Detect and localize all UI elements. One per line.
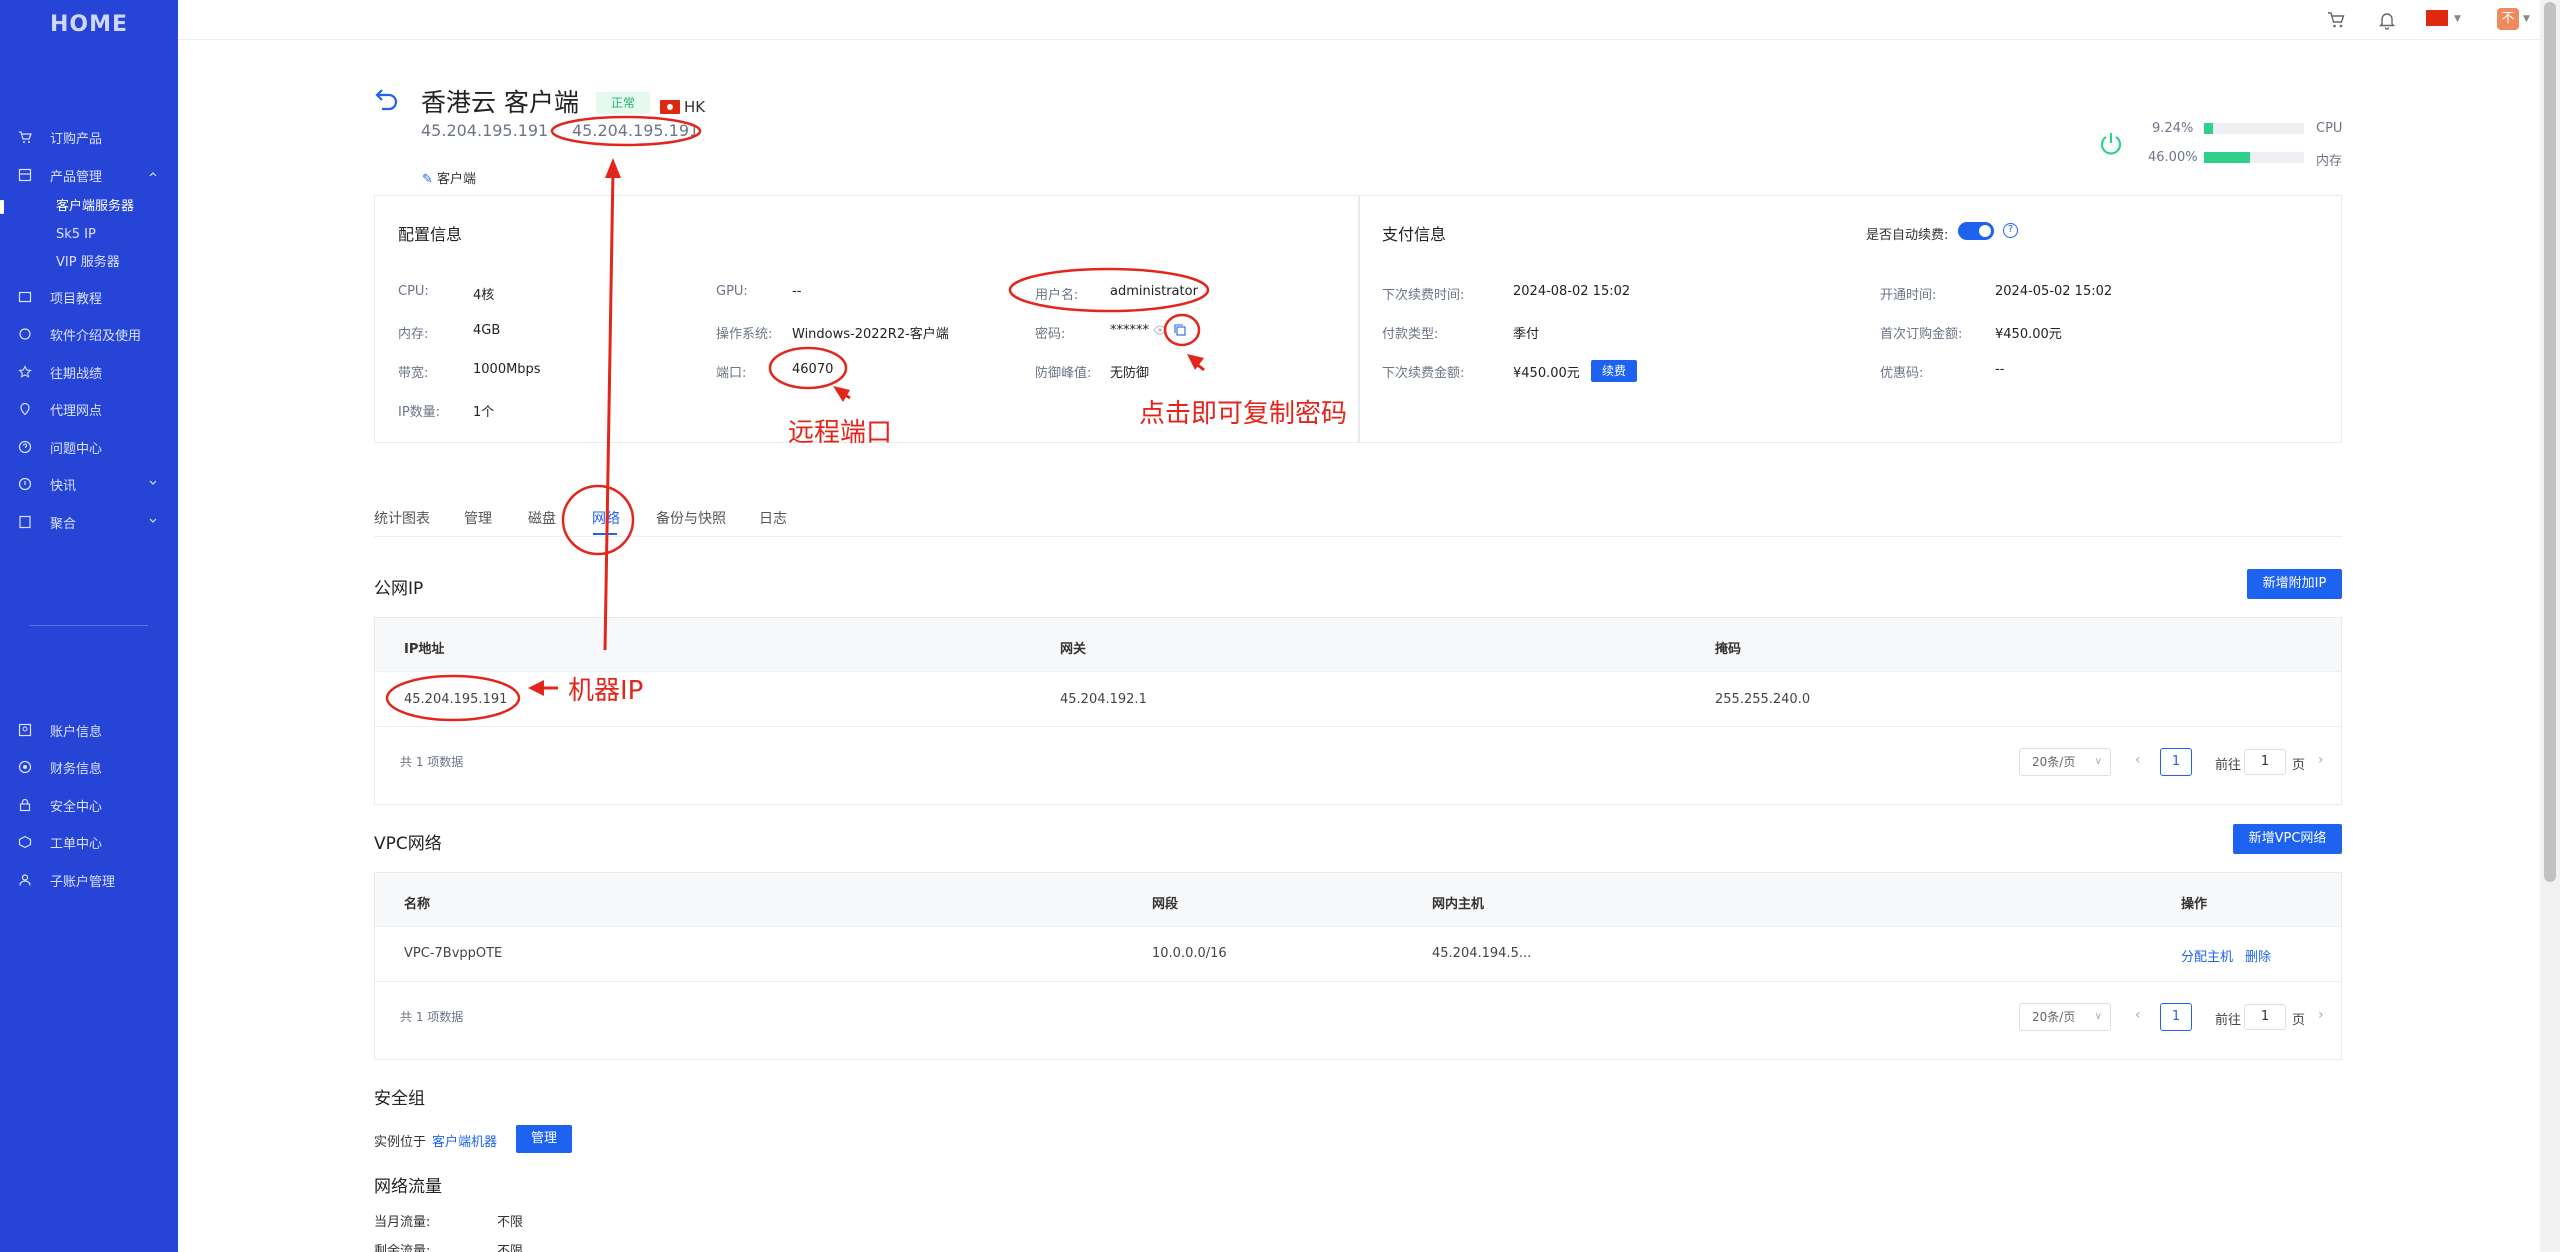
annotation-arrowhead <box>833 386 850 402</box>
annotation-circle-port <box>768 346 848 390</box>
annotation-overlay <box>385 115 1210 722</box>
annotation-circle-machine-ip <box>385 674 521 722</box>
annotation-arrow-line <box>603 169 615 651</box>
annotation-copy: 点击即可复制密码 <box>1139 399 1348 429</box>
annotation-circle-tab <box>561 484 635 556</box>
annotation-circle-copy <box>1163 313 1201 347</box>
annotation-circle-ip <box>550 115 702 147</box>
annotation-arrowhead <box>605 158 621 178</box>
annotation-machine-ip: 机器IP <box>568 676 644 706</box>
annotation-arrowhead <box>528 680 544 696</box>
annotation-port: 远程端口 <box>788 418 893 448</box>
annotation-circle-username <box>1008 267 1210 313</box>
